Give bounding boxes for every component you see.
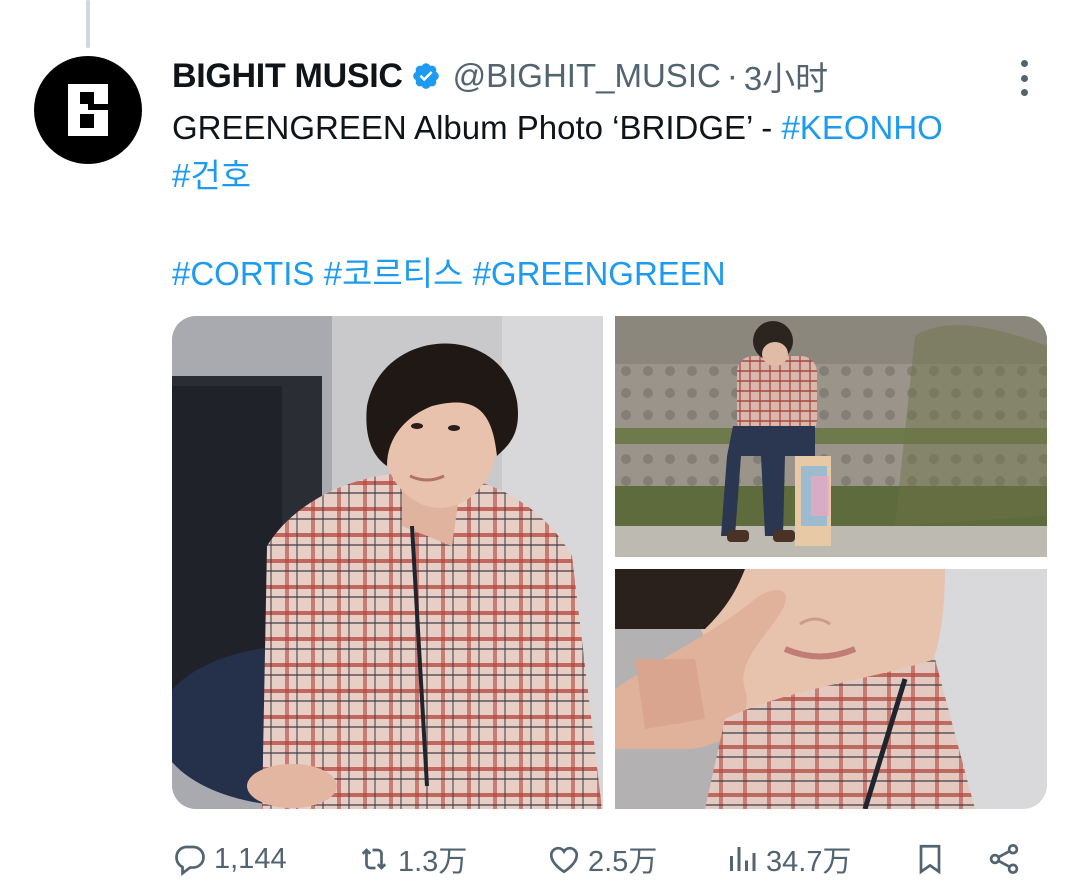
display-name[interactable]: BIGHIT MUSIC [172,57,403,96]
views-chart-icon [730,847,756,871]
photo-2[interactable] [615,316,1047,557]
handle[interactable]: @BIGHIT_MUSIC [453,57,721,95]
hashtag-keonho[interactable]: #KEONHO [781,109,942,146]
retweet-icon [361,848,387,870]
tweet-header: BIGHIT MUSIC @BIGHIT_MUSIC · 3小时 [172,52,828,100]
bookmark-icon [919,844,941,875]
thread-connector-line [86,0,90,48]
timestamp[interactable]: 3小时 [744,52,828,100]
share-button[interactable] [986,836,1028,882]
tweet-text: GREENGREEN Album Photo ‘BRIDGE’ - [172,109,782,146]
tweet-text-line-3: #CORTIS #코르티스 #GREENGREEN [172,250,726,298]
views-count: 34.7万 [766,846,852,878]
like-button[interactable]: 2.5万 [546,836,657,882]
reply-count: 1,144 [214,842,287,875]
reply-icon [175,845,205,876]
more-dot [1020,74,1028,82]
like-count: 2.5万 [588,846,658,878]
bighit-logo-icon [68,84,108,136]
more-options-icon[interactable] [1012,60,1036,96]
media-grid [172,316,1047,809]
views-button[interactable]: 34.7万 [724,836,851,882]
reply-button[interactable]: 1,144 [172,836,287,882]
heart-icon [549,846,579,874]
action-bar: 1,144 1.3万 2.5万 34.7万 [172,836,1052,882]
more-dot [1020,89,1028,96]
photo-1[interactable] [172,316,603,809]
more-dot [1020,60,1028,67]
separator-dot: · [726,57,738,94]
share-icon [989,844,1019,874]
hashtag-keonho-korean[interactable]: #건호 [172,157,251,194]
photo-3[interactable] [615,569,1047,809]
avatar[interactable] [34,56,142,164]
retweet-button[interactable]: 1.3万 [356,836,467,882]
hashtag-greengreen[interactable]: #GREENGREEN [473,255,726,292]
tweet-text-line-1: GREENGREEN Album Photo ‘BRIDGE’ - #KEONH… [172,104,943,152]
tweet-text-line-2: #건호 [172,152,251,200]
bookmark-button[interactable] [912,836,954,882]
hashtag-cortis-korean[interactable]: #코르티스 [324,255,464,292]
hashtag-cortis[interactable]: #CORTIS [172,255,314,292]
retweet-count: 1.3万 [398,846,468,878]
verified-badge-icon [412,63,439,89]
